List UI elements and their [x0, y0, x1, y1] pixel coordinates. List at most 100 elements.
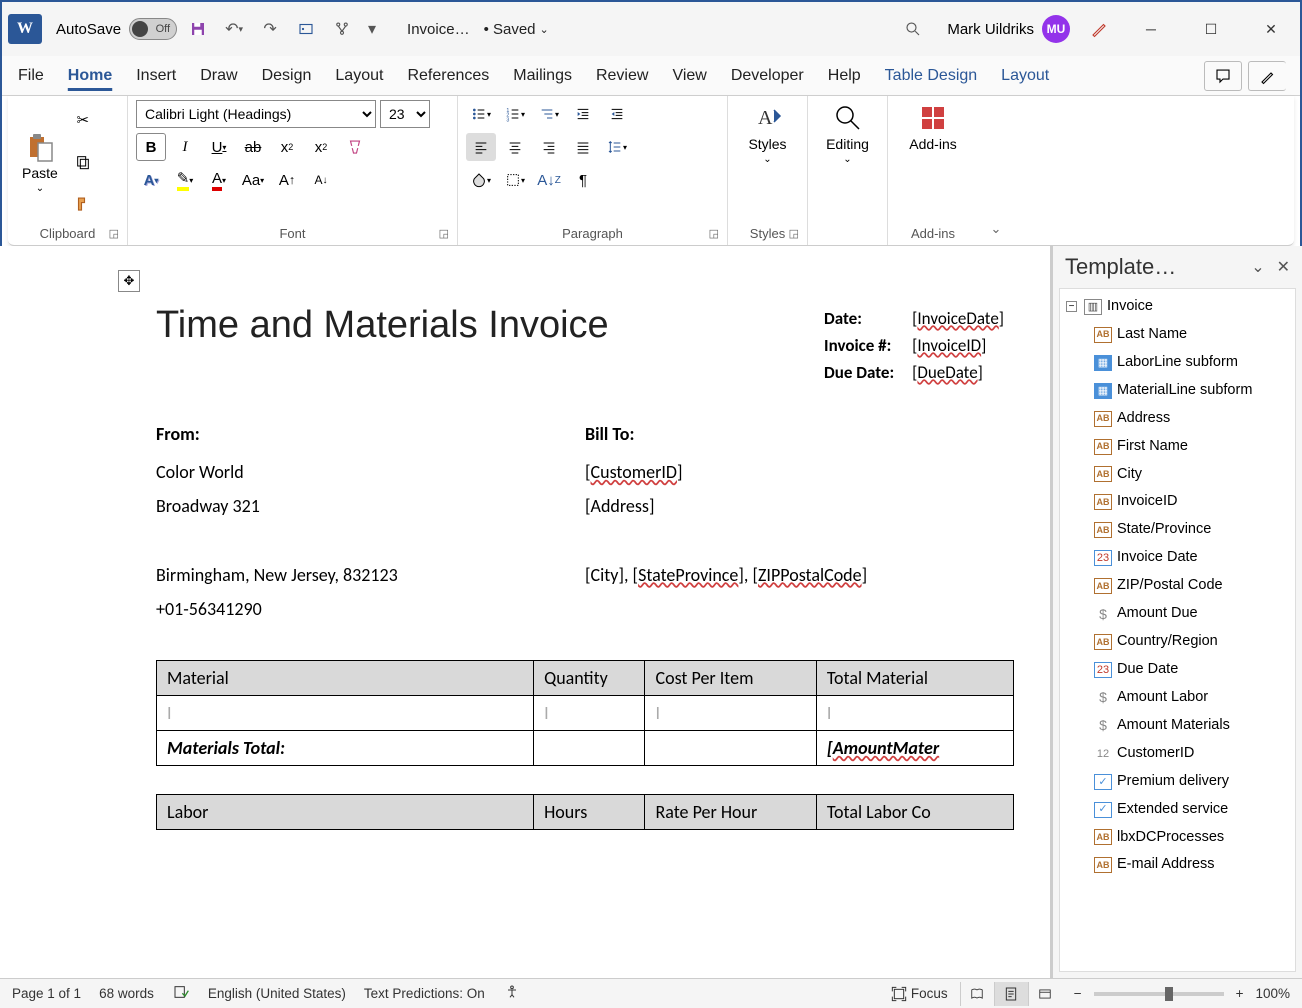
redo-icon[interactable]: ↷: [255, 14, 285, 44]
tree-item[interactable]: ▦LaborLine subform: [1064, 349, 1293, 377]
tab-view[interactable]: View: [670, 63, 708, 89]
tab-home[interactable]: Home: [66, 63, 114, 89]
tree-item[interactable]: ABLast Name: [1064, 321, 1293, 349]
tree-item[interactable]: ✓Extended service: [1064, 796, 1293, 824]
copy-icon[interactable]: [68, 148, 98, 176]
paragraph-launcher-icon[interactable]: ◲: [709, 227, 719, 240]
highlight-icon[interactable]: ✎▾: [170, 166, 200, 194]
multilevel-icon[interactable]: ▾: [534, 100, 564, 128]
pane-close-icon[interactable]: ✕: [1277, 257, 1290, 277]
tree-item[interactable]: 23Invoice Date: [1064, 544, 1293, 572]
zoom-out-icon[interactable]: −: [1074, 986, 1082, 1001]
superscript-button[interactable]: x2: [306, 133, 336, 161]
document-canvas[interactable]: ✥ Time and Materials Invoice Date:[Invoi…: [0, 246, 1052, 978]
tree-item[interactable]: ABFirst Name: [1064, 433, 1293, 461]
tab-table-design[interactable]: Table Design: [883, 63, 980, 89]
grow-font-icon[interactable]: A↑: [272, 166, 302, 194]
change-case-icon[interactable]: Aa▾: [238, 166, 268, 194]
line-spacing-icon[interactable]: ▾: [602, 133, 632, 161]
print-layout-icon[interactable]: [994, 982, 1028, 1006]
tab-table-layout[interactable]: Layout: [999, 63, 1051, 89]
shrink-font-icon[interactable]: A↓: [306, 166, 336, 194]
qat-overflow-icon[interactable]: ▾: [363, 14, 381, 44]
pen-icon[interactable]: [1084, 14, 1114, 44]
format-painter-icon[interactable]: [68, 190, 98, 218]
minimize-button[interactable]: ─: [1128, 12, 1174, 46]
sort-icon[interactable]: A↓Z: [534, 166, 564, 194]
styles-launcher-icon[interactable]: ◲: [789, 227, 799, 240]
focus-mode[interactable]: Focus: [891, 986, 948, 1002]
addins-button[interactable]: Add-ins: [896, 100, 970, 154]
tab-file[interactable]: File: [16, 63, 46, 89]
web-layout-icon[interactable]: [1028, 982, 1062, 1006]
zoom-level[interactable]: 100%: [1255, 986, 1290, 1001]
justify-icon[interactable]: [568, 133, 598, 161]
status-page[interactable]: Page 1 of 1: [12, 986, 81, 1001]
zoom-slider[interactable]: [1094, 992, 1224, 996]
tree-item[interactable]: ABZIP/Postal Code: [1064, 572, 1293, 600]
user-account[interactable]: Mark Uildriks MU: [947, 15, 1070, 43]
tab-review[interactable]: Review: [594, 63, 650, 89]
font-color-icon[interactable]: A▾: [204, 166, 234, 194]
tab-draw[interactable]: Draw: [198, 63, 239, 89]
paste-button[interactable]: Paste ⌄: [16, 100, 64, 224]
status-predictions[interactable]: Text Predictions: On: [364, 986, 485, 1001]
increase-indent-icon[interactable]: [602, 100, 632, 128]
bold-button[interactable]: B: [136, 133, 166, 161]
font-size-combo[interactable]: 23: [380, 100, 430, 128]
tree-item[interactable]: ABState/Province: [1064, 516, 1293, 544]
clear-format-icon[interactable]: [340, 133, 370, 161]
align-left-icon[interactable]: [466, 133, 496, 161]
numbering-icon[interactable]: 123▾: [500, 100, 530, 128]
align-center-icon[interactable]: [500, 133, 530, 161]
tree-item[interactable]: $Amount Materials: [1064, 712, 1293, 740]
zoom-in-icon[interactable]: +: [1236, 986, 1244, 1001]
comments-icon[interactable]: [1204, 61, 1242, 91]
underline-button[interactable]: U▾: [204, 133, 234, 161]
autosave-toggle[interactable]: Off: [129, 18, 177, 40]
table-move-handle-icon[interactable]: ✥: [118, 270, 140, 292]
collapse-icon[interactable]: −: [1066, 301, 1077, 312]
tab-insert[interactable]: Insert: [134, 63, 178, 89]
status-words[interactable]: 68 words: [99, 986, 154, 1001]
tree-item[interactable]: ✓Premium delivery: [1064, 768, 1293, 796]
borders-icon[interactable]: ▾: [500, 166, 530, 194]
show-marks-icon[interactable]: ¶: [568, 166, 598, 194]
decrease-indent-icon[interactable]: [568, 100, 598, 128]
tree-item[interactable]: ▦MaterialLine subform: [1064, 377, 1293, 405]
undo-icon[interactable]: ↶▾: [219, 14, 249, 44]
tab-developer[interactable]: Developer: [729, 63, 806, 89]
tree-item[interactable]: ABInvoiceID: [1064, 488, 1293, 516]
strikethrough-button[interactable]: ab: [238, 133, 268, 161]
styles-button[interactable]: A Styles⌄: [736, 100, 799, 167]
tab-help[interactable]: Help: [826, 63, 863, 89]
editing-mode-icon[interactable]: [1248, 61, 1286, 91]
bullets-icon[interactable]: ▾: [466, 100, 496, 128]
tree-item[interactable]: ABCity: [1064, 461, 1293, 489]
tab-mailings[interactable]: Mailings: [511, 63, 574, 89]
document-name[interactable]: Invoice…: [407, 21, 470, 38]
save-icon[interactable]: [183, 14, 213, 44]
read-mode-icon[interactable]: [960, 982, 994, 1006]
tab-layout[interactable]: Layout: [333, 63, 385, 89]
autosave-control[interactable]: AutoSave Off: [56, 18, 177, 40]
font-name-combo[interactable]: Calibri Light (Headings): [136, 100, 376, 128]
accessibility-icon[interactable]: [503, 984, 521, 1003]
tree-item[interactable]: $Amount Due: [1064, 600, 1293, 628]
text-effects-icon[interactable]: A▾: [136, 166, 166, 194]
tree-item[interactable]: 23Due Date: [1064, 656, 1293, 684]
maximize-button[interactable]: ☐: [1188, 12, 1234, 46]
tree-item[interactable]: $Amount Labor: [1064, 684, 1293, 712]
pane-dropdown-icon[interactable]: ⌄: [1251, 257, 1264, 277]
align-right-icon[interactable]: [534, 133, 564, 161]
search-icon[interactable]: [893, 14, 933, 44]
ribbon-collapse-icon[interactable]: ⌄: [978, 96, 1014, 245]
tree-root[interactable]: − ▥ Invoice: [1064, 293, 1293, 321]
qat-icon-1[interactable]: [291, 14, 321, 44]
tree-item[interactable]: 12CustomerID: [1064, 740, 1293, 768]
tree-item[interactable]: ABlbxDCProcesses: [1064, 824, 1293, 852]
fields-tree[interactable]: − ▥ Invoice ABLast Name▦LaborLine subfor…: [1059, 288, 1296, 972]
qat-icon-2[interactable]: [327, 14, 357, 44]
tree-item[interactable]: ABAddress: [1064, 405, 1293, 433]
close-button[interactable]: ✕: [1248, 12, 1294, 46]
